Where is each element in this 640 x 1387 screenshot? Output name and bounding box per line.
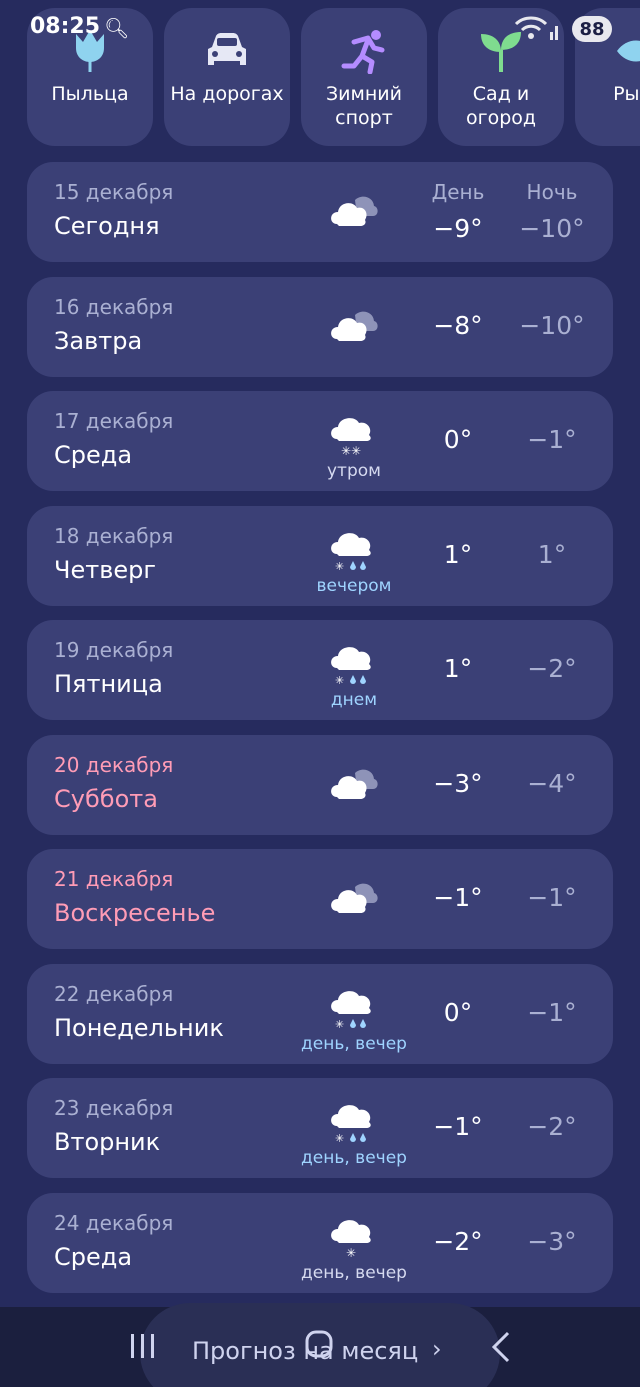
search-icon: 🔍︎ bbox=[104, 16, 130, 40]
day-date: 23 декабря bbox=[54, 1096, 174, 1120]
night-column-header: Ночь bbox=[526, 180, 578, 204]
partly-cloudy-icon bbox=[327, 305, 379, 349]
day-row[interactable]: 23 декабря Вторник ✳ день, вечер −1° −2° bbox=[27, 1078, 613, 1178]
day-temperature: 0° bbox=[443, 997, 473, 1027]
day-date: 18 декабря bbox=[54, 523, 174, 548]
day-name: Среда bbox=[54, 441, 133, 469]
sleet-icon: ✳ bbox=[327, 528, 379, 573]
day-date: 22 декабря bbox=[54, 981, 174, 1006]
precipitation-time: днем bbox=[330, 690, 378, 710]
partly-cloudy-icon bbox=[327, 877, 379, 921]
light-snow-icon: ✳ bbox=[327, 1215, 379, 1260]
svg-text:✳: ✳ bbox=[335, 674, 344, 686]
day-name: Среда bbox=[54, 1242, 133, 1271]
day-temperature: −9° bbox=[433, 214, 483, 243]
category-label: На дорогах bbox=[170, 83, 284, 105]
sleet-icon: ✳ bbox=[327, 986, 379, 1031]
day-name: Вторник bbox=[54, 1128, 161, 1156]
day-row[interactable]: 16 декабря Завтра −8° −10° bbox=[27, 276, 613, 377]
night-temperature: 1° bbox=[537, 539, 567, 569]
day-temperature: 0° bbox=[443, 425, 473, 454]
night-temperature: −2° bbox=[527, 1112, 577, 1141]
day-row[interactable]: 18 декабря Четверг ✳ вечером 1° 1° bbox=[27, 505, 613, 606]
partly-cloudy-icon bbox=[327, 190, 379, 234]
svg-text:✳✳: ✳✳ bbox=[341, 444, 361, 457]
precipitation-time: день, вечер bbox=[301, 1262, 407, 1283]
partly-cloudy-icon bbox=[327, 763, 379, 807]
precipitation-time: день, вечер bbox=[301, 1033, 407, 1054]
day-row[interactable]: 20 декабря Суббота −3° −4° bbox=[27, 734, 613, 835]
svg-text:✳: ✳ bbox=[335, 560, 344, 572]
category-label: Рыба bbox=[613, 83, 640, 105]
day-name: Завтра bbox=[54, 326, 143, 355]
precipitation-time: утром bbox=[327, 461, 381, 481]
day-row[interactable]: 19 декабря Пятница ✳ днем 1° −2° bbox=[27, 620, 613, 720]
sleet-icon: ✳ bbox=[327, 1100, 379, 1145]
day-date: 24 декабря bbox=[54, 1210, 174, 1235]
svg-text:✳: ✳ bbox=[335, 1132, 344, 1144]
day-name: Пятница bbox=[54, 670, 163, 698]
battery-indicator: 88 bbox=[572, 16, 612, 42]
precipitation-time: день, вечер bbox=[301, 1148, 407, 1168]
day-row[interactable]: 15 декабря Сегодня День Ночь −9° −10° bbox=[27, 162, 613, 262]
wifi-icon bbox=[514, 16, 558, 40]
day-name: Суббота bbox=[54, 784, 158, 813]
day-row[interactable]: 21 декабря Воскресенье −1° −1° bbox=[27, 849, 613, 949]
day-row[interactable]: 22 декабря Понедельник ✳ день, вечер 0° −1° bbox=[27, 963, 613, 1064]
precipitation-time: вечером bbox=[316, 575, 392, 596]
day-date: 15 декабря bbox=[54, 180, 174, 204]
svg-text:✳: ✳ bbox=[335, 1018, 344, 1030]
day-temperature: 1° bbox=[443, 654, 473, 683]
category-label: Зимний спорт bbox=[326, 83, 402, 129]
day-name: Сегодня bbox=[54, 212, 160, 240]
bottom-bar: Прогноз на месяц › bbox=[0, 1303, 640, 1387]
status-bar: 08:25 🔍︎ 88 bbox=[0, 0, 640, 50]
night-temperature: −1° bbox=[527, 425, 577, 454]
night-temperature: −1° bbox=[527, 997, 577, 1027]
day-temperature: −3° bbox=[433, 768, 483, 798]
night-temperature: −2° bbox=[527, 654, 577, 683]
day-row[interactable]: 17 декабря Среда ✳✳ утром 0° −1° bbox=[27, 391, 613, 491]
category-label: Сад и огород bbox=[465, 83, 537, 129]
day-date: 16 декабря bbox=[54, 294, 174, 319]
weather-screen: Пыльца На дорогах Зимний спорт Сад и ого… bbox=[0, 0, 640, 1387]
night-temperature: −10° bbox=[519, 310, 585, 340]
category-label: Пыльца bbox=[51, 83, 129, 105]
snow-icon: ✳✳ bbox=[327, 413, 379, 458]
night-temperature: −4° bbox=[527, 768, 577, 798]
day-date: 21 декабря bbox=[54, 867, 174, 891]
night-temperature: −1° bbox=[527, 883, 577, 912]
recent-apps-icon[interactable] bbox=[128, 1331, 158, 1361]
svg-text:✳: ✳ bbox=[346, 1246, 356, 1259]
day-temperature: −8° bbox=[433, 310, 483, 340]
night-temperature: −10° bbox=[519, 214, 585, 243]
day-name: Понедельник bbox=[54, 1013, 224, 1042]
day-temperature: −1° bbox=[433, 1112, 483, 1141]
day-temperature: −1° bbox=[433, 883, 483, 912]
home-icon[interactable] bbox=[304, 1329, 334, 1359]
sleet-icon: ✳ bbox=[327, 642, 379, 687]
day-date: 17 декабря bbox=[54, 409, 174, 433]
day-temperature: −2° bbox=[433, 1226, 483, 1256]
day-row[interactable]: 24 декабря Среда ✳ день, вечер −2° −3° bbox=[27, 1192, 613, 1293]
day-date: 19 декабря bbox=[54, 638, 174, 662]
day-date: 20 декабря bbox=[54, 752, 174, 777]
night-temperature: −3° bbox=[527, 1226, 577, 1256]
day-column-header: День bbox=[431, 180, 485, 204]
day-temperature: 1° bbox=[443, 539, 473, 569]
day-name: Воскресенье bbox=[54, 899, 216, 927]
day-name: Четверг bbox=[54, 555, 156, 584]
status-time: 08:25 bbox=[30, 14, 101, 39]
back-icon[interactable] bbox=[488, 1331, 514, 1363]
chevron-right-icon: › bbox=[432, 1335, 442, 1363]
